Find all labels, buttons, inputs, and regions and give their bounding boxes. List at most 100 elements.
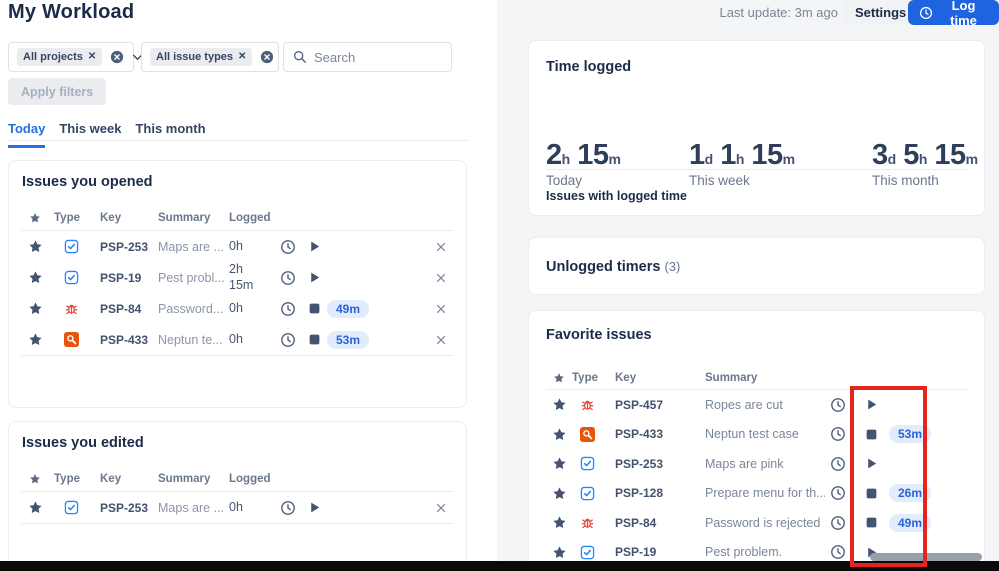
log-time-icon[interactable] (275, 270, 301, 286)
bug-icon (48, 301, 94, 316)
close-icon[interactable] (429, 502, 453, 514)
close-icon[interactable] (429, 334, 453, 346)
star-icon[interactable] (546, 486, 572, 501)
time-logged-card: Time logged 2h 15m Today 1d 1h 15m This wee… (528, 40, 985, 216)
logged-value: 0h (229, 499, 243, 514)
stat-label: This week (689, 173, 750, 188)
unlogged-timers-title: Unlogged timers (3) (546, 259, 680, 275)
issue-summary[interactable]: Neptun test case (697, 427, 825, 441)
stat-unit: h (735, 151, 745, 167)
chip-remove-icon[interactable]: ✕ (88, 52, 96, 62)
log-time-icon[interactable] (275, 239, 301, 255)
issue-key[interactable]: PSP-433 (94, 333, 158, 347)
log-time-button[interactable]: Log time (908, 0, 999, 28)
stop-icon[interactable] (301, 301, 327, 316)
stop-icon[interactable] (301, 332, 327, 347)
star-icon[interactable] (22, 500, 48, 515)
project-filter-chip-label: All projects (23, 51, 83, 63)
stat-value: 15 (751, 139, 783, 171)
clear-icon[interactable] (260, 50, 274, 64)
star-icon[interactable] (546, 545, 572, 560)
play-icon[interactable] (301, 239, 327, 254)
stat-this-week: 1d 1h 15m This week (689, 139, 795, 188)
tab-this-week[interactable]: This week (59, 121, 121, 148)
issue-summary[interactable]: Password... (158, 302, 229, 316)
search-box[interactable] (283, 42, 452, 72)
issue-key[interactable]: PSP-128 (602, 486, 697, 500)
issue-key[interactable]: PSP-253 (94, 240, 158, 254)
task-icon (48, 270, 94, 285)
issue-summary[interactable]: Maps are ... (158, 240, 229, 254)
issue-summary[interactable]: Password is rejected (697, 516, 825, 530)
clear-icon[interactable] (110, 50, 124, 64)
issue-key[interactable]: PSP-253 (602, 457, 697, 471)
card-title: Issues you opened (22, 174, 153, 190)
close-icon[interactable] (429, 272, 453, 284)
issue-key[interactable]: PSP-433 (602, 427, 697, 441)
stat-unit: m (608, 151, 621, 167)
timer-badge: 53m (327, 330, 370, 349)
issue-type-filter-select[interactable]: All issue types ✕ (141, 42, 293, 72)
issue-key[interactable]: PSP-19 (94, 271, 158, 285)
tab-today[interactable]: Today (8, 121, 46, 148)
log-time-icon[interactable] (275, 332, 301, 348)
search-input[interactable] (314, 49, 434, 65)
project-filter-select[interactable]: All projects ✕ (8, 42, 143, 72)
star-icon[interactable] (546, 515, 572, 530)
star-icon[interactable] (546, 427, 572, 442)
issue-summary[interactable]: Ropes are cut (697, 398, 825, 412)
period-tabs: Today This week This month (8, 121, 206, 148)
issue-summary[interactable]: Maps are pink (697, 457, 825, 471)
star-icon[interactable] (22, 332, 48, 347)
log-time-icon[interactable] (825, 426, 851, 442)
issue-key[interactable]: PSP-253 (94, 501, 158, 515)
column-summary: Summary (705, 372, 758, 384)
star-icon[interactable] (546, 397, 572, 412)
star-icon[interactable] (22, 301, 48, 316)
task-icon (572, 456, 602, 471)
issue-key[interactable]: PSP-84 (602, 516, 697, 530)
log-time-icon[interactable] (275, 301, 301, 317)
unlogged-timers-card: Unlogged timers (3) (528, 237, 985, 295)
log-time-icon[interactable] (825, 544, 851, 560)
issue-key[interactable]: PSP-19 (602, 545, 697, 559)
play-icon[interactable] (301, 270, 327, 285)
unlogged-timers-count: (3) (664, 259, 681, 274)
issue-summary[interactable]: Maps are ... (158, 501, 229, 515)
stat-unit: m (782, 151, 796, 167)
issue-summary[interactable]: Prepare menu for th... (697, 486, 825, 500)
task-icon (572, 545, 602, 560)
issue-type-filter-chip[interactable]: All issue types ✕ (150, 48, 253, 66)
star-column-icon (22, 212, 48, 224)
issue-summary[interactable]: Neptun te... (158, 333, 229, 347)
settings-button[interactable]: Settings (843, 1, 919, 24)
issue-key[interactable]: PSP-457 (602, 398, 697, 412)
divider (546, 169, 969, 170)
tab-this-month[interactable]: This month (135, 121, 205, 148)
table-row: PSP-84 Password... 0h 49m (22, 293, 453, 324)
tabs-divider (8, 140, 468, 141)
log-time-icon[interactable] (825, 456, 851, 472)
close-icon[interactable] (429, 303, 453, 315)
star-icon[interactable] (22, 270, 48, 285)
issue-summary[interactable]: Pest problem. (697, 545, 825, 559)
star-icon[interactable] (546, 456, 572, 471)
stat-unit: h (918, 151, 928, 167)
issue-summary[interactable]: Pest probl... (158, 271, 229, 285)
close-icon[interactable] (429, 241, 453, 253)
play-icon[interactable] (301, 500, 327, 515)
issue-key[interactable]: PSP-84 (94, 302, 158, 316)
log-time-icon[interactable] (275, 500, 301, 516)
stat-label: This month (872, 173, 939, 188)
issues-with-logged-time-toggle[interactable]: Issues with logged time (546, 189, 687, 203)
apply-filters-button[interactable]: Apply filters (8, 78, 107, 105)
log-time-icon[interactable] (825, 397, 851, 413)
chip-remove-icon[interactable]: ✕ (238, 52, 246, 62)
project-filter-chip[interactable]: All projects ✕ (17, 48, 103, 66)
column-summary: Summary (158, 212, 211, 224)
log-time-icon[interactable] (825, 485, 851, 501)
column-logged: Logged (229, 472, 271, 485)
star-icon[interactable] (22, 239, 48, 254)
column-key: Key (615, 372, 637, 384)
log-time-icon[interactable] (825, 515, 851, 531)
